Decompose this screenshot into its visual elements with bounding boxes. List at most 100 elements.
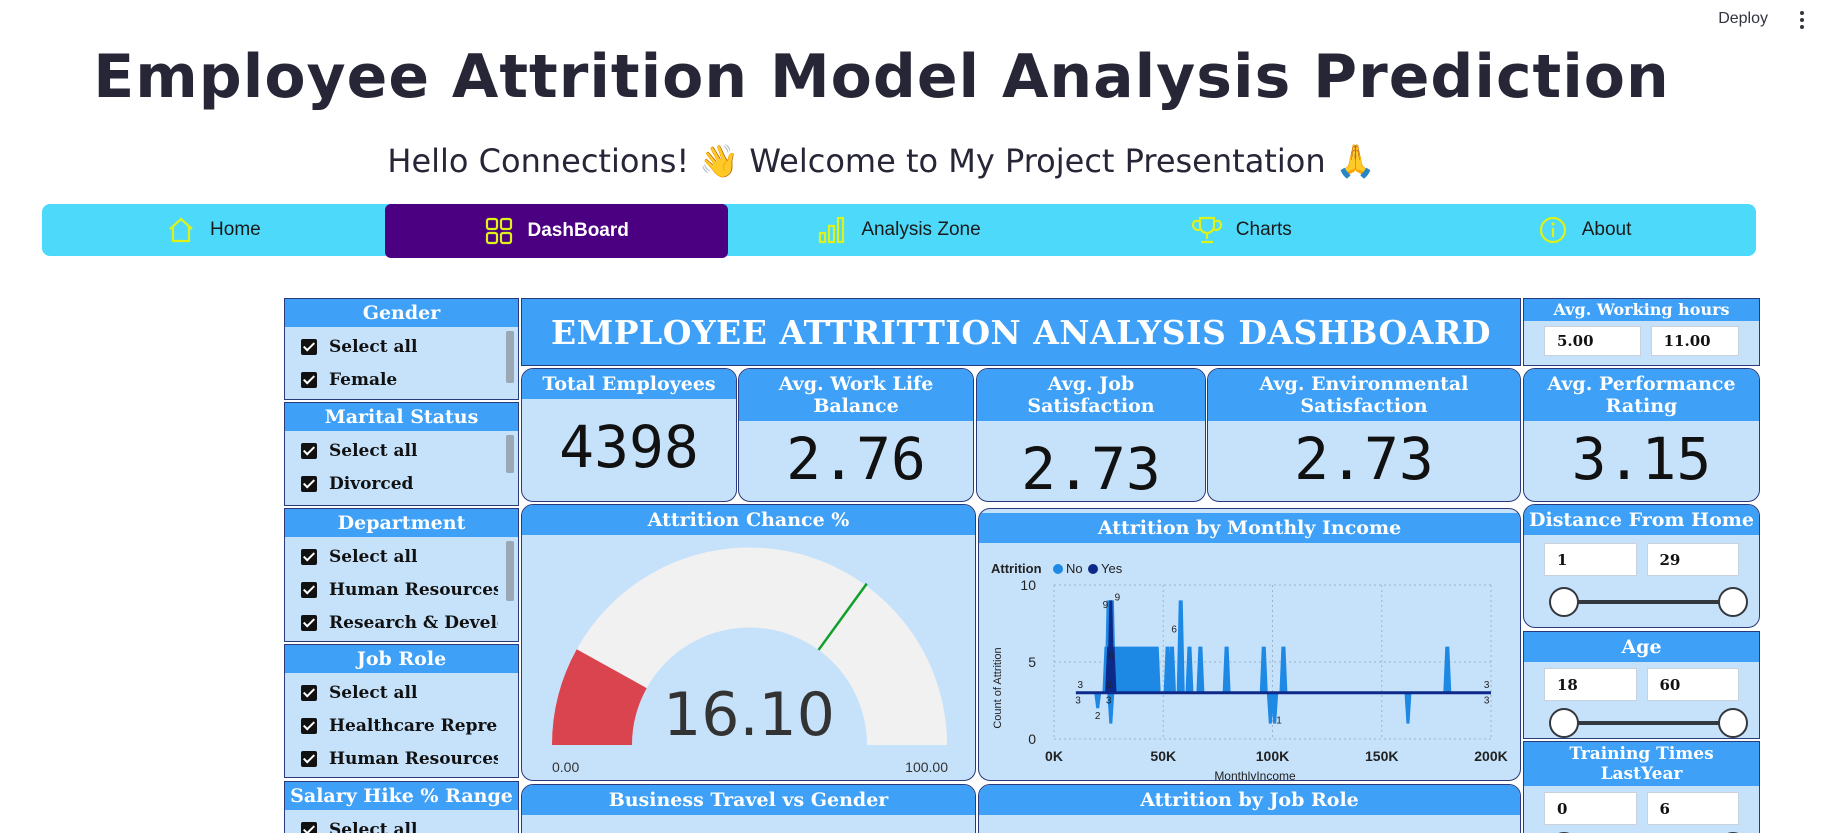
slicer-option[interactable]: Research & Develop... — [301, 606, 498, 639]
slicer-option[interactable]: Female — [301, 363, 498, 396]
slicer-option[interactable]: Select all — [301, 813, 498, 833]
checkbox-icon — [301, 750, 317, 767]
x-tick-label: 150K — [1365, 748, 1398, 764]
gauge-attrition-chance: Attrition Chance % 16.10 0.00 100.00 — [521, 504, 976, 781]
legend-no-marker — [1053, 564, 1063, 574]
range-title: Distance From Home — [1524, 505, 1759, 535]
slicer-department: Department Select all Human Resources Re… — [284, 508, 519, 642]
chart-business-travel-vs-gender: Business Travel vs Gender — [521, 784, 976, 833]
slicer-scrollbar[interactable] — [506, 541, 514, 601]
gauge-chart: 16.10 0.00 100.00 — [552, 547, 948, 775]
kpi-value: 4398 — [559, 413, 699, 481]
range-working-hours: Avg. Working hours 5.00 11.00 — [1523, 298, 1760, 366]
data-label: 3 — [1484, 680, 1490, 691]
checkbox-icon — [301, 821, 317, 833]
option-label: Select all — [329, 440, 418, 461]
option-label: Research & Develop... — [329, 612, 498, 633]
option-label: Female — [329, 369, 398, 390]
nav-item-about[interactable]: About — [1413, 204, 1756, 256]
range-title: Age — [1524, 632, 1759, 662]
slicer-title: Marital Status — [285, 403, 518, 431]
data-label: 3 — [1077, 680, 1083, 691]
range-max-input[interactable]: 6 — [1646, 792, 1739, 825]
nav-label-about: About — [1581, 219, 1632, 240]
checkbox-icon — [301, 548, 317, 565]
range-max-input[interactable]: 60 — [1646, 668, 1739, 701]
nav-item-dashboard[interactable]: DashBoard — [384, 204, 728, 258]
data-label: 3 — [1106, 680, 1112, 691]
slicer-option[interactable]: Select all — [301, 540, 498, 573]
slicer-scrollbar[interactable] — [506, 331, 514, 383]
data-label: 3 — [1075, 696, 1081, 707]
nav-label-home: Home — [210, 219, 261, 240]
slicer-salary-hike: Salary Hike % Range Select all — [284, 781, 519, 833]
nav-label-analysis-zone: Analysis Zone — [861, 219, 981, 240]
range-min-input[interactable]: 1 — [1544, 543, 1637, 576]
deploy-button[interactable]: Deploy — [1718, 10, 1768, 28]
x-tick-label: 200K — [1474, 748, 1507, 764]
slicer-marital-status: Marital Status Select all Divorced — [284, 402, 519, 506]
kpi-label: Avg. Performance Rating — [1524, 369, 1759, 421]
chart-title: Attrition by Job Role — [979, 785, 1520, 815]
slicer-option[interactable]: Select all — [301, 676, 498, 709]
data-label: 6 — [1108, 651, 1114, 662]
legend-no-label: No — [1066, 561, 1083, 576]
nav-item-home[interactable]: Home — [42, 204, 385, 256]
gauge-value: 16.10 — [663, 680, 835, 750]
kpi-label: Avg. Environmental Satisfaction — [1208, 369, 1520, 421]
checkbox-icon — [301, 371, 317, 388]
option-label: Select all — [329, 819, 418, 833]
slicer-title: Department — [285, 509, 518, 537]
gauge-title: Attrition Chance % — [522, 505, 975, 535]
page-title: Employee Attrition Model Analysis Predic… — [93, 42, 1670, 112]
no-series-spike — [1279, 646, 1288, 693]
no-series-dip — [1404, 692, 1412, 724]
slicer-option[interactable]: Human Resources — [301, 742, 498, 775]
legend-yes-label: Yes — [1101, 561, 1123, 576]
dashboard-title: EMPLOYEE ATTRITTION ANALYSIS DASHBOARD — [521, 298, 1521, 366]
range-max-input[interactable]: 11.00 — [1650, 326, 1739, 356]
no-series-spike — [1176, 600, 1185, 693]
nav-item-charts[interactable]: Charts — [1070, 204, 1413, 256]
range-min-input[interactable]: 5.00 — [1544, 326, 1641, 356]
slider-max-handle[interactable] — [1718, 587, 1748, 617]
slicer-option[interactable]: Divorced — [301, 467, 498, 500]
range-max-input[interactable]: 29 — [1646, 543, 1739, 576]
slicer-option[interactable]: Human Resources — [301, 573, 498, 606]
nav-item-analysis-zone[interactable]: Analysis Zone — [728, 204, 1071, 256]
range-min-input[interactable]: 0 — [1544, 792, 1637, 825]
x-tick-label: 100K — [1256, 748, 1289, 764]
data-label: 1 — [1276, 716, 1282, 727]
y-tick-label: 0 — [1028, 731, 1036, 747]
grid-icon — [485, 217, 512, 245]
slicer-option[interactable]: Healthcare Represen... — [301, 709, 498, 742]
slicer-option[interactable]: Select all — [301, 434, 498, 467]
chart-title: Attrition by Monthly Income — [979, 513, 1520, 543]
slicer-scrollbar[interactable] — [506, 435, 514, 473]
main-menu-icon[interactable] — [1792, 8, 1812, 32]
range-slider[interactable] — [1549, 586, 1748, 617]
range-min-input[interactable]: 18 — [1544, 668, 1637, 701]
slicer-option[interactable]: Select all — [301, 330, 498, 363]
range-slider[interactable] — [1549, 707, 1748, 738]
slicer-gender: Gender Select all Female — [284, 298, 519, 400]
kpi-value: 2.76 — [786, 425, 926, 493]
nav-menu: Home DashBoard Analysis Zone Charts Abou… — [42, 204, 1756, 258]
kpi-total-employees: Total Employees 4398 — [521, 368, 737, 502]
y-tick-label: 10 — [1020, 577, 1036, 593]
checkbox-icon — [301, 338, 317, 355]
data-label: 3 — [1484, 696, 1490, 707]
kpi-performance-rating: Avg. Performance Rating 3.15 — [1523, 368, 1760, 502]
slider-min-handle[interactable] — [1549, 708, 1579, 738]
option-label: Select all — [329, 546, 418, 567]
data-label: 9 — [1115, 592, 1121, 603]
page-subtitle: Hello Connections! 👋 Welcome to My Proje… — [387, 142, 1376, 180]
slider-max-handle[interactable] — [1718, 708, 1748, 738]
gauge-min-label: 0.00 — [552, 759, 579, 775]
option-label: Human Resources — [329, 748, 498, 769]
option-label: Select all — [329, 682, 418, 703]
range-age: Age 18 60 — [1523, 631, 1760, 739]
slicer-title: Gender — [285, 299, 518, 327]
checkbox-icon — [301, 614, 317, 631]
slider-min-handle[interactable] — [1549, 587, 1579, 617]
